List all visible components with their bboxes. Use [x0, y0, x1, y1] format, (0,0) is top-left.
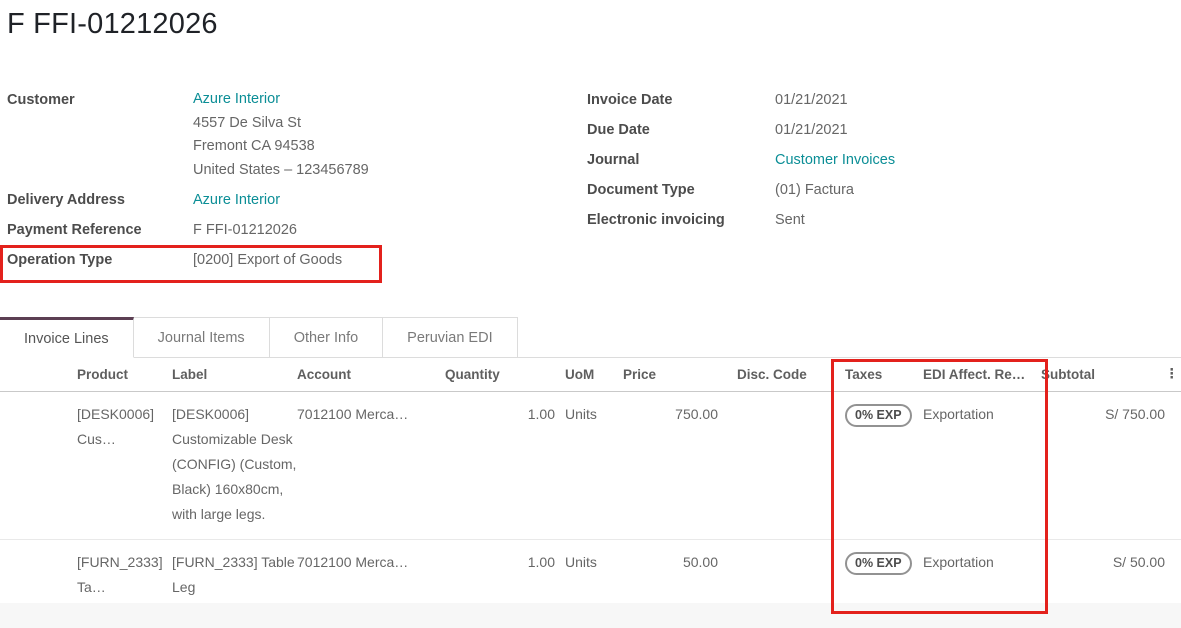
invoice-date-value: 01/21/2021: [775, 88, 848, 112]
col-header-subtotal: Subtotal: [1041, 358, 1165, 391]
electronic-invoicing-value: Sent: [775, 208, 805, 232]
tab-other-info[interactable]: Other Info: [270, 317, 383, 357]
document-type-label: Document Type: [587, 178, 775, 202]
col-header-product: Product: [77, 358, 172, 391]
electronic-invoicing-label: Electronic invoicing: [587, 208, 775, 232]
cell-product: [FURN_2333] Ta…: [77, 539, 172, 601]
col-header-price: Price: [623, 358, 730, 391]
cell-quantity: 1.00: [445, 391, 555, 539]
customer-link[interactable]: Azure Interior: [193, 91, 280, 107]
field-group-left: Customer Azure Interior 4557 De Silva St…: [7, 88, 477, 278]
tab-peruvian-edi[interactable]: Peruvian EDI: [383, 317, 517, 357]
due-date-label: Due Date: [587, 118, 775, 142]
invoice-line-row[interactable]: [DESK0006] Cus… [DESK0006] Customizable …: [0, 391, 1181, 539]
cell-disc-code: [730, 391, 837, 539]
delivery-address-label: Delivery Address: [7, 188, 193, 212]
field-document-type: Document Type (01) Factura: [587, 178, 1147, 202]
tab-invoice-lines[interactable]: Invoice Lines: [0, 317, 134, 358]
cell-uom: Units: [555, 539, 623, 601]
customer-address-city: Fremont CA 94538: [193, 135, 369, 159]
cell-edi-affect: Exportation: [919, 539, 1041, 601]
cell-price: 50.00: [623, 539, 730, 601]
page-title: F FFI-01212026: [7, 8, 218, 41]
cell-subtotal: S/ 50.00: [1041, 539, 1165, 601]
cell-label: [FURN_2333] Table Leg: [172, 539, 297, 601]
invoice-form-view: F FFI-01212026 Customer Azure Interior 4…: [0, 0, 1181, 628]
cell-price: 750.00: [623, 391, 730, 539]
cell-edi-affect: Exportation: [919, 391, 1041, 539]
cell-disc-code: [730, 539, 837, 601]
col-header-disc-code: Disc. Code: [730, 358, 837, 391]
notebook-tabbar: Invoice Lines Journal Items Other Info P…: [0, 317, 1181, 358]
cell-subtotal: S/ 750.00: [1041, 391, 1165, 539]
field-electronic-invoicing: Electronic invoicing Sent: [587, 208, 1147, 232]
cell-account: 7012100 Merca…: [297, 391, 445, 539]
field-group-right: Invoice Date 01/21/2021 Due Date 01/21/2…: [587, 88, 1147, 238]
col-header-uom: UoM: [555, 358, 623, 391]
payment-reference-label: Payment Reference: [7, 218, 193, 242]
field-due-date: Due Date 01/21/2021: [587, 118, 1147, 142]
tax-badge: 0% EXP: [845, 404, 912, 427]
field-invoice-date: Invoice Date 01/21/2021: [587, 88, 1147, 112]
operation-type-value: [0200] Export of Goods: [193, 248, 342, 272]
cell-quantity: 1.00: [445, 539, 555, 601]
journal-link[interactable]: Customer Invoices: [775, 152, 895, 168]
payment-reference-value: F FFI-01212026: [193, 218, 297, 242]
invoice-lines-table: Product Label Account Quantity UoM Price…: [0, 358, 1181, 601]
tab-journal-items[interactable]: Journal Items: [134, 317, 270, 357]
invoice-line-row[interactable]: [FURN_2333] Ta… [FURN_2333] Table Leg 70…: [0, 539, 1181, 601]
customer-address-street: 4557 De Silva St: [193, 112, 369, 136]
optional-columns-icon[interactable]: ⋮: [1165, 358, 1181, 391]
col-header-quantity: Quantity: [445, 358, 555, 391]
customer-label: Customer: [7, 88, 193, 182]
field-payment-reference: Payment Reference F FFI-01212026: [7, 218, 477, 242]
tax-badge: 0% EXP: [845, 552, 912, 575]
customer-address-country: United States – 123456789: [193, 159, 369, 183]
field-delivery-address: Delivery Address Azure Interior: [7, 188, 477, 212]
delivery-address-link[interactable]: Azure Interior: [193, 192, 280, 208]
col-header-taxes: Taxes: [837, 358, 919, 391]
field-journal: Journal Customer Invoices: [587, 148, 1147, 172]
journal-label: Journal: [587, 148, 775, 172]
table-header-row: Product Label Account Quantity UoM Price…: [0, 358, 1181, 391]
document-type-value: (01) Factura: [775, 178, 854, 202]
field-customer: Customer Azure Interior 4557 De Silva St…: [7, 88, 477, 182]
invoice-date-label: Invoice Date: [587, 88, 775, 112]
col-header-label: Label: [172, 358, 297, 391]
field-operation-type: Operation Type [0200] Export of Goods: [7, 248, 477, 272]
cell-account: 7012100 Merca…: [297, 539, 445, 601]
operation-type-label: Operation Type: [7, 248, 193, 272]
cell-product: [DESK0006] Cus…: [77, 391, 172, 539]
table-footer-band: [0, 603, 1181, 628]
cell-label: [DESK0006] Customizable Desk (CONFIG) (C…: [172, 391, 297, 539]
due-date-value: 01/21/2021: [775, 118, 848, 142]
col-header-account: Account: [297, 358, 445, 391]
cell-uom: Units: [555, 391, 623, 539]
col-header-edi-affect: EDI Affect. Re…: [919, 358, 1041, 391]
